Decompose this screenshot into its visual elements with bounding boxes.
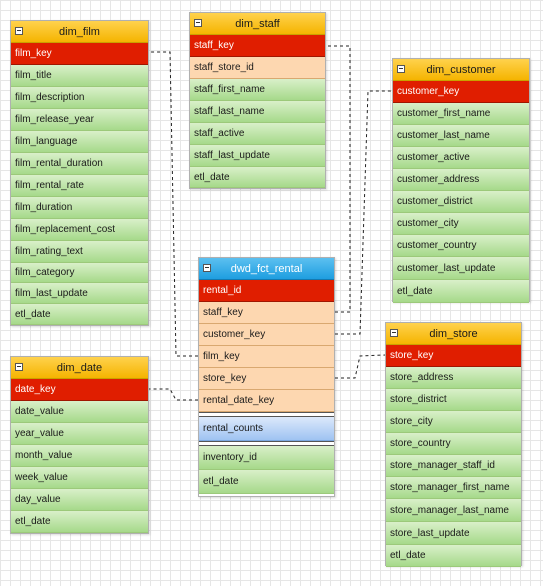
field[interactable]: film_rental_rate: [11, 175, 148, 197]
field[interactable]: film_title: [11, 65, 148, 87]
field[interactable]: customer_address: [393, 169, 529, 191]
field[interactable]: etl_date: [393, 280, 529, 303]
field[interactable]: staff_last_update: [190, 145, 325, 167]
field[interactable]: staff_active: [190, 123, 325, 145]
field[interactable]: staff_first_name: [190, 79, 325, 101]
table-title: dim_store: [429, 328, 478, 340]
field[interactable]: film_rental_duration: [11, 153, 148, 175]
field[interactable]: customer_active: [393, 147, 529, 169]
foreign-key-field[interactable]: staff_key: [199, 302, 334, 324]
field[interactable]: film_release_year: [11, 109, 148, 131]
field[interactable]: etl_date: [11, 511, 148, 533]
edge-date: [149, 388, 198, 401]
foreign-key-field[interactable]: film_key: [199, 346, 334, 368]
collapse-icon[interactable]: [397, 65, 405, 73]
collapse-icon[interactable]: [203, 264, 211, 272]
collapse-icon[interactable]: [15, 363, 23, 371]
field[interactable]: etl_date: [199, 470, 334, 494]
table-title: dim_customer: [426, 64, 496, 76]
collapse-icon[interactable]: [390, 329, 398, 337]
field[interactable]: etl_date: [386, 545, 521, 567]
table-dim-date[interactable]: dim_date date_key date_value year_value …: [10, 356, 149, 534]
field-list: film_title film_description film_release…: [11, 65, 148, 325]
field[interactable]: film_last_update: [11, 283, 148, 304]
field[interactable]: film_duration: [11, 197, 148, 219]
field[interactable]: customer_last_update: [393, 257, 529, 280]
field[interactable]: store_manager_first_name: [386, 477, 521, 499]
field[interactable]: film_category: [11, 263, 148, 283]
field[interactable]: film_description: [11, 87, 148, 109]
table-header[interactable]: dim_staff: [190, 13, 325, 35]
primary-key-field[interactable]: film_key: [11, 43, 148, 65]
field[interactable]: store_country: [386, 433, 521, 455]
table-header[interactable]: dim_customer: [393, 59, 529, 81]
foreign-key-field[interactable]: customer_key: [199, 324, 334, 346]
edge-store: [335, 354, 386, 379]
field[interactable]: customer_country: [393, 235, 529, 257]
primary-key-field[interactable]: customer_key: [393, 81, 529, 103]
field[interactable]: store_district: [386, 389, 521, 411]
table-header[interactable]: dim_date: [11, 357, 148, 379]
field[interactable]: film_language: [11, 131, 148, 153]
measure-field[interactable]: rental_counts: [199, 417, 334, 441]
field[interactable]: store_address: [386, 367, 521, 389]
table-dim-store[interactable]: dim_store store_key store_address store_…: [385, 322, 522, 567]
field[interactable]: store_city: [386, 411, 521, 433]
field[interactable]: inventory_id: [199, 446, 334, 470]
field[interactable]: month_value: [11, 445, 148, 467]
field[interactable]: year_value: [11, 423, 148, 445]
field[interactable]: customer_first_name: [393, 103, 529, 125]
primary-key-field[interactable]: rental_id: [199, 280, 334, 302]
table-header[interactable]: dwd_fct_rental: [199, 258, 334, 280]
primary-key-field[interactable]: staff_key: [190, 35, 325, 57]
field[interactable]: store_last_update: [386, 522, 521, 545]
field[interactable]: customer_district: [393, 191, 529, 213]
collapse-icon[interactable]: [194, 19, 202, 27]
table-header[interactable]: dim_store: [386, 323, 521, 345]
field[interactable]: day_value: [11, 489, 148, 511]
primary-key-field[interactable]: store_key: [386, 345, 521, 367]
field[interactable]: customer_city: [393, 213, 529, 235]
field[interactable]: film_replacement_cost: [11, 219, 148, 241]
table-title: dim_date: [56, 362, 103, 374]
primary-key-field[interactable]: date_key: [11, 379, 148, 401]
highlighted-field[interactable]: staff_store_id: [190, 57, 325, 79]
table-dim-film[interactable]: dim_film film_key film_title film_descri…: [10, 20, 149, 326]
field[interactable]: staff_last_name: [190, 101, 325, 123]
table-title: dwd_fct_rental: [230, 263, 303, 275]
collapse-icon[interactable]: [15, 27, 23, 35]
field[interactable]: customer_last_name: [393, 125, 529, 147]
field[interactable]: etl_date: [190, 167, 325, 188]
field[interactable]: date_value: [11, 401, 148, 423]
table-dim-staff[interactable]: dim_staff staff_key staff_store_id staff…: [189, 12, 326, 189]
field[interactable]: store_manager_last_name: [386, 499, 521, 522]
table-title: dim_film: [59, 26, 100, 38]
table-dim-customer[interactable]: dim_customer customer_key customer_first…: [392, 58, 530, 303]
field[interactable]: etl_date: [11, 304, 148, 325]
table-title: dim_staff: [235, 18, 280, 30]
field[interactable]: film_rating_text: [11, 241, 148, 263]
field[interactable]: week_value: [11, 467, 148, 489]
edge-customer: [335, 90, 392, 335]
foreign-key-field[interactable]: store_key: [199, 368, 334, 390]
foreign-key-field[interactable]: rental_date_key: [199, 390, 334, 412]
field[interactable]: store_manager_staff_id: [386, 455, 521, 477]
table-header[interactable]: dim_film: [11, 21, 148, 43]
table-dwd-fct-rental[interactable]: dwd_fct_rental rental_id staff_key custo…: [198, 257, 335, 497]
